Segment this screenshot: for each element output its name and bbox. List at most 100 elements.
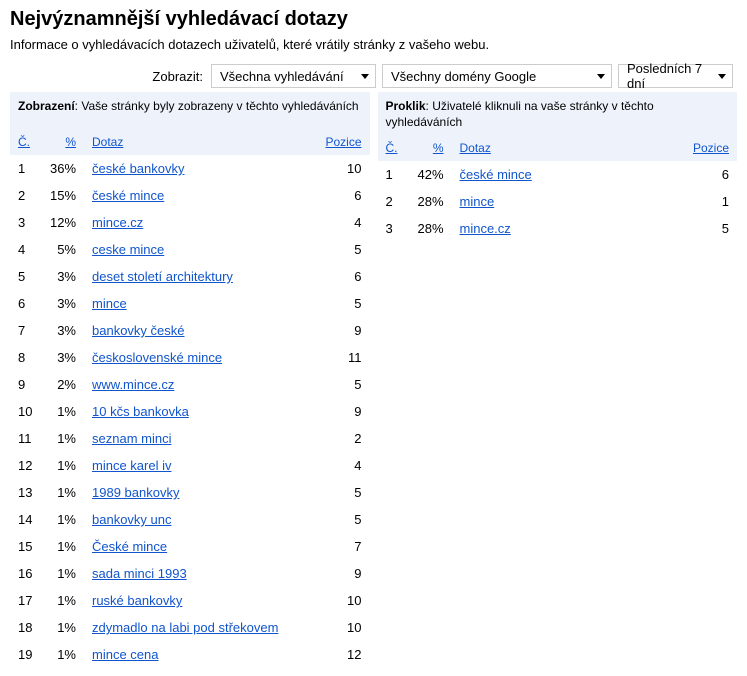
cell-pct: 36%: [42, 155, 84, 182]
query-link[interactable]: 10 kčs bankovka: [92, 404, 189, 419]
cell-pct: 12%: [42, 209, 84, 236]
query-link[interactable]: mince: [92, 296, 127, 311]
table-row: 63%mince5: [10, 290, 370, 317]
col-header-query[interactable]: Dotaz: [460, 141, 491, 155]
cell-position: 10: [315, 155, 370, 182]
query-link[interactable]: seznam minci: [92, 431, 171, 446]
cell-rank: 13: [10, 479, 42, 506]
filter-search-type-value: Všechna vyhledávání: [220, 69, 344, 84]
col-header-position[interactable]: Pozice: [325, 135, 361, 149]
cell-position: 4: [315, 452, 370, 479]
cell-query: ruské bankovky: [84, 587, 315, 614]
table-row: 151% České mince 7: [10, 533, 370, 560]
clicks-header: Proklik: Uživatelé kliknuli na vaše strá…: [378, 92, 738, 136]
cell-pct: 1%: [42, 614, 84, 641]
cell-rank: 9: [10, 371, 42, 398]
cell-position: 5: [315, 371, 370, 398]
col-header-rank[interactable]: Č.: [18, 135, 30, 149]
query-link[interactable]: československé mince: [92, 350, 222, 365]
cell-rank: 8: [10, 344, 42, 371]
cell-query: zdymadlo na labi pod střekovem: [84, 614, 315, 641]
query-link[interactable]: zdymadlo na labi pod střekovem: [92, 620, 278, 635]
query-link[interactable]: ruské bankovky: [92, 593, 182, 608]
cell-rank: 15: [10, 533, 42, 560]
cell-pct: 1%: [42, 425, 84, 452]
cell-rank: 2: [10, 182, 42, 209]
filter-search-type[interactable]: Všechna vyhledávání: [211, 64, 376, 88]
query-link[interactable]: mince.cz: [460, 221, 511, 236]
query-link[interactable]: české mince: [460, 167, 532, 182]
table-row: 73%bankovky české9: [10, 317, 370, 344]
cell-position: 4: [315, 209, 370, 236]
cell-position: 5: [682, 215, 737, 242]
cell-pct: 3%: [42, 290, 84, 317]
cell-pct: 1%: [42, 479, 84, 506]
filter-period[interactable]: Posledních 7 dní: [618, 64, 733, 88]
query-link[interactable]: mince karel iv: [92, 458, 171, 473]
query-link[interactable]: 1989 bankovky: [92, 485, 179, 500]
cell-position: 1: [682, 188, 737, 215]
cell-position: 6: [315, 182, 370, 209]
table-row: 171%ruské bankovky10: [10, 587, 370, 614]
cell-rank: 12: [10, 452, 42, 479]
cell-rank: 3: [10, 209, 42, 236]
query-link[interactable]: mince cena: [92, 647, 158, 662]
cell-position: 6: [682, 161, 737, 188]
cell-query: mince: [84, 290, 315, 317]
cell-position: 10: [315, 587, 370, 614]
table-row: 45%ceske mince5: [10, 236, 370, 263]
table-row: 121%mince karel iv4: [10, 452, 370, 479]
col-header-pct[interactable]: %: [65, 135, 76, 149]
query-link[interactable]: bankovky unc: [92, 512, 172, 527]
table-row: 228%mince1: [378, 188, 738, 215]
table-row: 181%zdymadlo na labi pod střekovem10: [10, 614, 370, 641]
query-link[interactable]: České mince: [92, 539, 167, 554]
query-link[interactable]: mince.cz: [92, 215, 143, 230]
cell-position: 5: [315, 506, 370, 533]
query-link[interactable]: ceske mince: [92, 242, 164, 257]
table-row: 101%10 kčs bankovka9: [10, 398, 370, 425]
cell-pct: 2%: [42, 371, 84, 398]
cell-pct: 1%: [42, 641, 84, 668]
cell-rank: 2: [378, 188, 410, 215]
query-link[interactable]: české bankovky: [92, 161, 185, 176]
col-header-query[interactable]: Dotaz: [92, 135, 123, 149]
query-link[interactable]: mince: [460, 194, 495, 209]
query-link[interactable]: bankovky české: [92, 323, 185, 338]
query-link[interactable]: deset století architektury: [92, 269, 233, 284]
cell-pct: 1%: [42, 398, 84, 425]
filter-period-value: Posledních 7 dní: [627, 61, 718, 91]
cell-query: mince.cz: [84, 209, 315, 236]
table-row: 141%bankovky unc5: [10, 506, 370, 533]
cell-position: 7: [315, 533, 370, 560]
caret-down-icon: [597, 74, 605, 79]
cell-query: mince: [452, 188, 683, 215]
cell-rank: 1: [10, 155, 42, 182]
cell-rank: 3: [378, 215, 410, 242]
cell-position: 12: [315, 641, 370, 668]
cell-query: mince cena: [84, 641, 315, 668]
cell-rank: 19: [10, 641, 42, 668]
table-row: 142%české mince6: [378, 161, 738, 188]
col-header-pct[interactable]: %: [433, 141, 444, 155]
cell-pct: 1%: [42, 533, 84, 560]
table-row: 136% české bankovky 10: [10, 155, 370, 182]
cell-query: deset století architektury: [84, 263, 315, 290]
table-row: 53%deset století architektury6: [10, 263, 370, 290]
cell-query: bankovky unc: [84, 506, 315, 533]
query-link[interactable]: www.mince.cz: [92, 377, 174, 392]
cell-pct: 28%: [410, 215, 452, 242]
col-header-rank[interactable]: Č.: [386, 141, 398, 155]
cell-position: 11: [315, 344, 370, 371]
cell-position: 9: [315, 398, 370, 425]
cell-query: sada minci 1993: [84, 560, 315, 587]
impressions-title: Zobrazení: [18, 99, 75, 113]
cell-rank: 14: [10, 506, 42, 533]
query-link[interactable]: české mince: [92, 188, 164, 203]
query-link[interactable]: sada minci 1993: [92, 566, 187, 581]
filter-domain[interactable]: Všechny domény Google: [382, 64, 612, 88]
col-header-position[interactable]: Pozice: [693, 141, 729, 155]
cell-pct: 3%: [42, 263, 84, 290]
cell-query: mince.cz: [452, 215, 683, 242]
clicks-desc: : Uživatelé kliknuli na vaše stránky v t…: [386, 99, 654, 129]
